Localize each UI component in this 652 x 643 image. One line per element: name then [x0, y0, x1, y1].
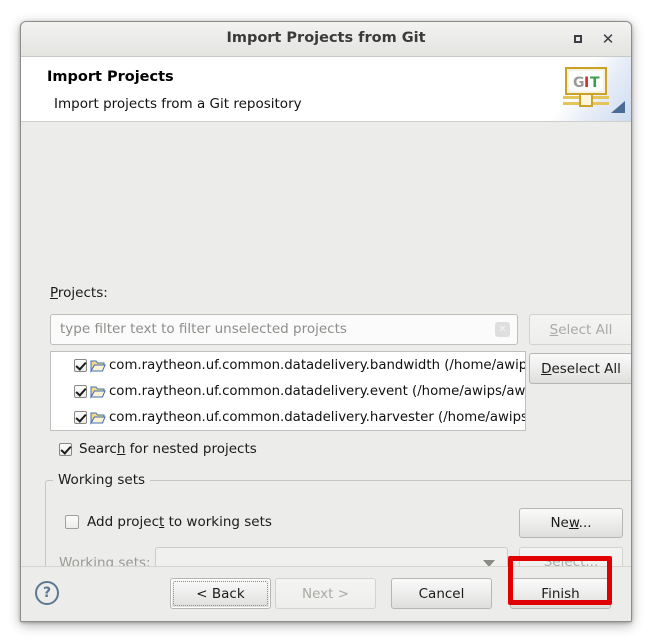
svg-text:G: G [573, 75, 585, 91]
svg-text:I: I [584, 75, 589, 91]
help-icon[interactable]: ? [35, 581, 59, 605]
new-working-set-button[interactable]: New... [519, 508, 623, 538]
list-item[interactable]: com.raytheon.uf.common.datadelivery.harv… [51, 404, 525, 430]
filter-input[interactable]: type filter text to filter unselected pr… [50, 314, 518, 345]
back-button[interactable]: < Back [170, 578, 271, 609]
wizard-page-header: Import Projects Import projects from a G… [21, 57, 631, 122]
close-glyph: ✕ [601, 30, 615, 48]
folder-icon [90, 358, 106, 373]
list-item[interactable]: com.raytheon.uf.common.datadelivery.even… [51, 378, 525, 404]
clear-filter-icon[interactable]: ✕ [495, 322, 510, 337]
list-item-label: com.raytheon.uf.common.datadelivery.band… [109, 357, 526, 373]
add-project-to-working-sets-checkbox[interactable]: Add project to working sets [65, 514, 272, 530]
search-nested-projects-label: Search for nested projects [79, 441, 257, 457]
window-title: Import Projects from Git [226, 30, 426, 46]
close-icon[interactable]: ✕ [599, 30, 617, 48]
page-subtitle: Import projects from a Git repository [54, 96, 302, 112]
list-item-label: com.raytheon.uf.common.datadelivery.even… [109, 383, 526, 399]
select-all-button[interactable]: Select All [529, 314, 631, 345]
projects-label: Projects: [50, 285, 108, 301]
folder-icon [90, 410, 106, 425]
project-checkbox[interactable] [74, 410, 87, 424]
working-sets-group-title: Working sets [53, 472, 151, 488]
list-item-label: com.raytheon.uf.common.datadelivery.harv… [109, 409, 526, 425]
nested-checkbox-box[interactable] [59, 442, 72, 456]
list-item[interactable]: com.raytheon.uf.common.datadelivery.band… [51, 352, 525, 378]
project-checkbox[interactable] [74, 384, 87, 398]
search-nested-projects-checkbox[interactable]: Search for nested projects [59, 441, 257, 457]
deselect-all-button[interactable]: Deselect All [529, 353, 631, 384]
add-working-sets-checkbox-box[interactable] [65, 515, 79, 529]
screen: Import Projects from Git ✕ Import Projec… [0, 0, 652, 643]
next-button[interactable]: Next > [275, 578, 376, 609]
page-title: Import Projects [47, 69, 174, 85]
dialog-footer: ? < Back Next > Cancel Finish [21, 566, 631, 621]
title-bar[interactable]: Import Projects from Git ✕ [21, 22, 631, 57]
add-project-to-working-sets-label: Add project to working sets [87, 514, 272, 530]
svg-text:T: T [590, 75, 600, 91]
maximize-glyph [574, 35, 582, 43]
filter-placeholder: type filter text to filter unselected pr… [60, 321, 347, 337]
projects-list[interactable]: com.raytheon.uf.common.datadelivery.band… [50, 351, 526, 431]
cancel-button[interactable]: Cancel [391, 578, 492, 609]
finish-button[interactable]: Finish [510, 578, 611, 609]
maximize-icon[interactable] [569, 30, 587, 48]
git-banner-icon: G I T [563, 67, 609, 109]
folder-icon [90, 384, 106, 399]
import-projects-dialog: Import Projects from Git ✕ Import Projec… [20, 21, 632, 622]
dialog-body: Projects: type filter text to filter uns… [21, 122, 631, 582]
project-checkbox[interactable] [74, 358, 87, 372]
banner-triangle-icon [611, 101, 625, 113]
